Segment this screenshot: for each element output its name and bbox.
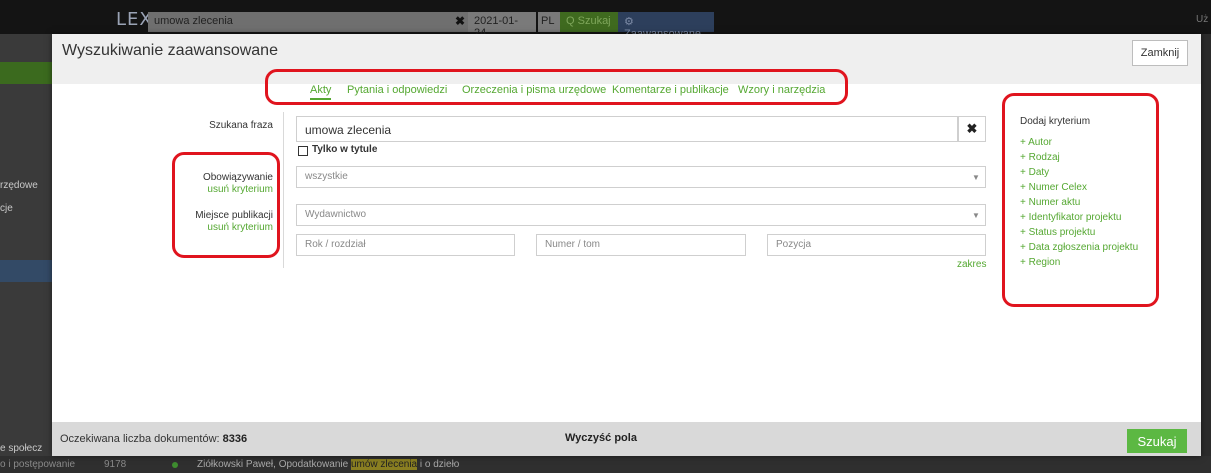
chevron-down-icon: ▼: [972, 211, 980, 220]
result-title[interactable]: Ziółkowski Paweł, Opodatkowanie umów zle…: [197, 459, 459, 470]
language-selector[interactable]: PL: [538, 12, 560, 32]
modal-footer: Oczekiwana liczba dokumentów: 8336 Wyczy…: [52, 422, 1201, 456]
sidebar: [0, 34, 52, 473]
advanced-search-modal: Wyszukiwanie zaawansowane Zamknij Akty P…: [52, 34, 1201, 456]
annotation-highlight: [1002, 93, 1159, 307]
modal-title: Wyszukiwanie zaawansowane: [62, 42, 278, 59]
range-link[interactable]: zakres: [957, 259, 986, 270]
top-search-button[interactable]: Q Szukaj: [560, 12, 618, 32]
status-dot-icon: [172, 462, 178, 468]
sidebar-item-label[interactable]: cje: [0, 203, 13, 214]
user-menu[interactable]: Uż: [1196, 14, 1208, 25]
results-row: [0, 456, 1211, 473]
close-icon[interactable]: ✖: [455, 14, 465, 28]
sidebar-item-label[interactable]: e społecz: [0, 443, 42, 454]
advanced-search-button[interactable]: ⚙ Zaawansowane: [618, 12, 714, 40]
sidebar-item-label[interactable]: rzędowe: [0, 180, 38, 191]
position-input[interactable]: Pozycja: [767, 234, 986, 256]
publication-select[interactable]: Wydawnictwo: [296, 204, 986, 226]
annotation-highlight: [172, 152, 280, 258]
phrase-input[interactable]: umowa zlecenia: [296, 116, 958, 142]
close-button[interactable]: Zamknij: [1132, 40, 1188, 66]
expected-count: Oczekiwana liczba dokumentów: 8336: [60, 433, 248, 445]
chevron-down-icon: ▼: [972, 173, 980, 182]
date-field[interactable]: 2021-01-24: [468, 12, 536, 39]
main-search-input[interactable]: umowa zlecenia: [148, 12, 468, 32]
annotation-highlight: [265, 69, 848, 105]
search-button[interactable]: Szukaj: [1127, 429, 1187, 453]
phrase-label: Szukana fraza: [209, 120, 273, 131]
divider: [283, 112, 284, 268]
close-icon[interactable]: ✖: [958, 116, 986, 142]
year-chapter-input[interactable]: Rok / rozdział: [296, 234, 515, 256]
validity-select[interactable]: wszystkie: [296, 166, 986, 188]
number-volume-input[interactable]: Numer / tom: [536, 234, 746, 256]
sidebar-active-item[interactable]: [0, 62, 52, 84]
result-category[interactable]: o i postępowanie: [0, 459, 75, 470]
title-only-label: Tylko w tytule: [312, 144, 378, 155]
result-count: 9178: [104, 459, 127, 470]
clear-fields-button[interactable]: Wyczyść pola: [565, 432, 637, 444]
title-only-checkbox[interactable]: [298, 146, 308, 156]
sidebar-selected-item[interactable]: [0, 260, 52, 282]
